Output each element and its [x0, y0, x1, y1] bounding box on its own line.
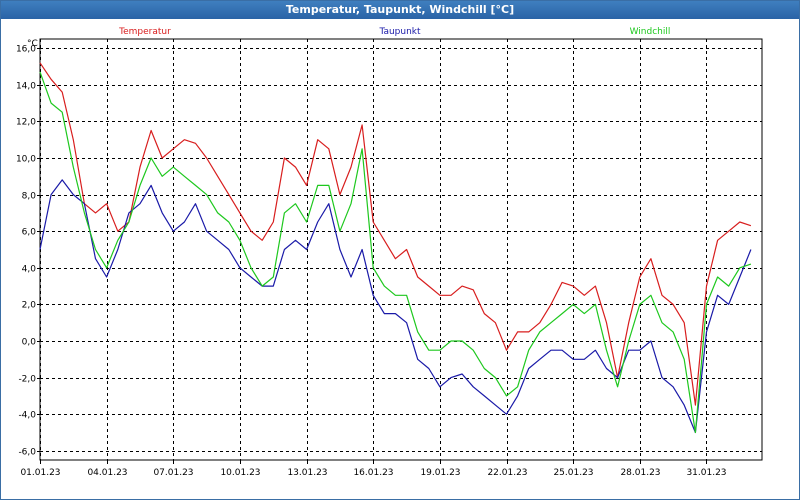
x-tick-label: 19.01.23 [420, 468, 460, 478]
y-tick-label: 2,0 [22, 301, 37, 311]
window-title: Temperatur, Taupunkt, Windchill [°C] [1, 1, 799, 19]
y-tick-label: 6,0 [22, 228, 37, 238]
legend-temperatur: Temperatur [118, 27, 171, 37]
legend-windchill: Windchill [630, 27, 671, 37]
x-tick-label: 01.01.23 [20, 468, 60, 478]
y-tick-label: 0,0 [22, 338, 37, 348]
x-tick-label: 10.01.23 [220, 468, 260, 478]
x-tick-label: 22.01.23 [487, 468, 527, 478]
line-chart: 16,014,012,010,08,06,04,02,00,0-2,0-4,0-… [16, 27, 763, 478]
legend-taupunkt: Taupunkt [378, 27, 421, 37]
y-tick-label: 14,0 [16, 82, 36, 92]
y-tick-label: 8,0 [22, 192, 37, 202]
chart-window: Temperatur, Taupunkt, Windchill [°C] 16,… [0, 0, 800, 500]
plot-area [39, 38, 763, 461]
y-tick-label: -6,0 [18, 448, 36, 458]
x-tick-label: 25.01.23 [553, 468, 593, 478]
y-unit-label: °C [27, 39, 38, 49]
y-tick-label: 10,0 [16, 155, 36, 165]
y-tick-label: 12,0 [16, 118, 36, 128]
y-tick-label: -4,0 [18, 411, 36, 421]
x-tick-label: 16.01.23 [353, 468, 393, 478]
x-tick-label: 13.01.23 [287, 468, 327, 478]
y-tick-label: -2,0 [18, 375, 36, 385]
y-tick-label: 4,0 [22, 265, 37, 275]
x-tick-label: 04.01.23 [87, 468, 127, 478]
x-tick-label: 28.01.23 [620, 468, 660, 478]
x-tick-label: 07.01.23 [153, 468, 193, 478]
x-tick-label: 31.01.23 [686, 468, 726, 478]
